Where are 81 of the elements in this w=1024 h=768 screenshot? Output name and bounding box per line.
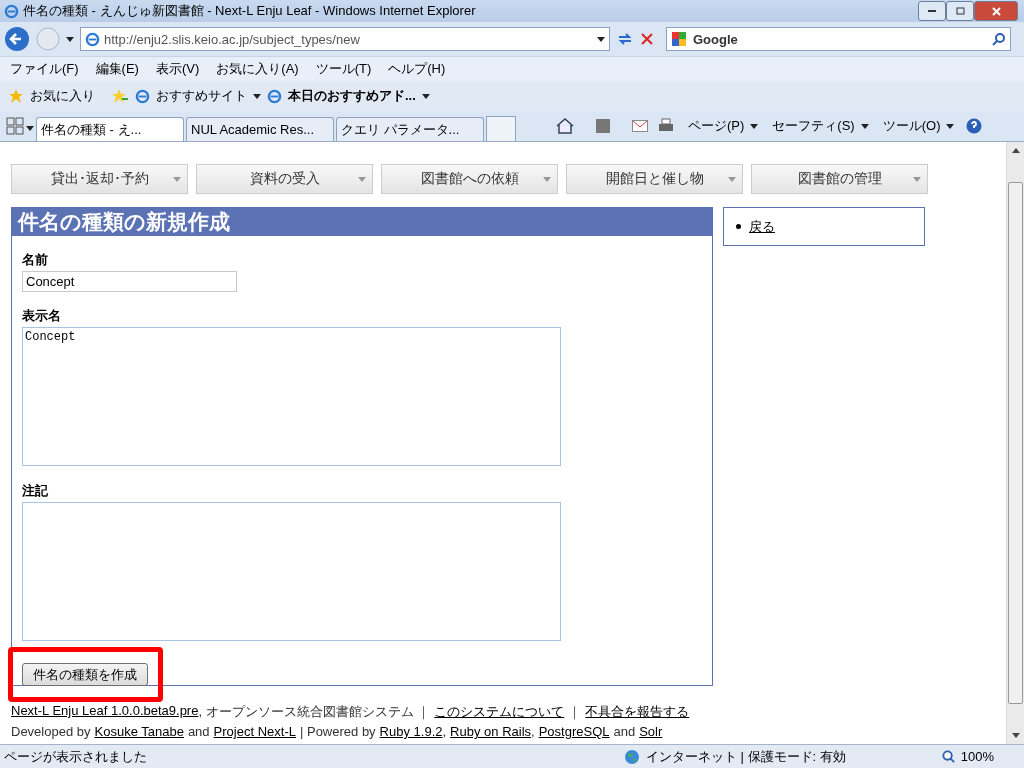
print-icon[interactable] — [658, 118, 674, 134]
nav-menu-button[interactable]: 図書館への依頼 — [381, 164, 558, 194]
footer-link[interactable]: PostgreSQL — [538, 724, 610, 739]
window-title: 件名の種類 - えんじゅ新図書館 - Next-L Enju Leaf - Windows Internet Explorer — [23, 2, 477, 20]
dropdown-arrow-icon[interactable] — [860, 123, 869, 129]
globe-icon — [623, 748, 640, 765]
favorites-link[interactable]: 本日のおすすめアド... — [288, 87, 416, 105]
scroll-down-icon[interactable] — [1011, 733, 1020, 738]
footer-text: , オープンソース統合図書館システム ｜ — [198, 703, 431, 721]
nav-menu-button[interactable]: 資料の受入 — [196, 164, 373, 194]
footer-link[interactable]: Project Next-L — [213, 724, 296, 739]
close-icon — [991, 6, 1001, 16]
footer-text: and — [187, 724, 210, 739]
back-icon[interactable] — [4, 26, 30, 52]
minimize-button[interactable] — [918, 1, 946, 21]
caret-icon — [913, 177, 921, 182]
menu-item[interactable]: 表示(V) — [155, 60, 200, 78]
menu-item[interactable]: お気に入り(A) — [216, 60, 299, 78]
favorites-button[interactable]: お気に入り — [30, 87, 95, 105]
footer-link[interactable]: Solr — [639, 724, 663, 739]
menu-item[interactable]: ツール(T) — [315, 60, 372, 78]
field-label: 名前 — [22, 251, 49, 269]
security-zone: インターネット | 保護モード: 有効 — [645, 747, 846, 766]
dropdown-arrow-icon[interactable] — [597, 36, 605, 42]
command-menu[interactable]: ツール(O) — [882, 117, 941, 135]
nav-menu-button[interactable]: 図書館の管理 — [751, 164, 928, 194]
history-arrow-icon[interactable] — [66, 36, 74, 42]
stop-icon[interactable] — [640, 32, 654, 46]
home-icon[interactable] — [556, 118, 574, 134]
nav-menu-button[interactable]: 開館日と催し物 — [566, 164, 743, 194]
footer-text: Developed by — [11, 724, 91, 739]
minimize-icon — [928, 10, 936, 12]
zoom-level[interactable]: 100% — [960, 749, 994, 764]
search-field[interactable]: Google — [666, 27, 1011, 51]
dropdown-arrow-icon[interactable] — [946, 123, 955, 129]
field-label: 表示名 — [22, 307, 62, 325]
footer-text: , — [442, 724, 447, 739]
caret-icon — [728, 177, 736, 182]
bullet-icon — [736, 224, 741, 229]
field-label: 注記 — [22, 482, 49, 500]
address-field[interactable]: http://enju2.slis.keio.ac.jp/subject_types/new — [80, 27, 610, 51]
page-heading: 件名の種類の新規作成 — [12, 208, 712, 236]
footer-text: and — [613, 724, 636, 739]
dropdown-arrow-icon[interactable] — [253, 93, 261, 99]
command-menu[interactable]: セーフティ(S) — [772, 117, 855, 135]
text-input[interactable]: Concept — [22, 271, 237, 292]
back-link[interactable]: 戻る — [749, 217, 775, 236]
favorites-link[interactable]: おすすめサイト — [156, 87, 247, 105]
footer-text: ｜ — [568, 703, 582, 721]
browser-tab[interactable]: NUL Academic Res... — [186, 117, 334, 141]
command-menu[interactable]: ページ(P) — [688, 117, 745, 135]
close-button[interactable] — [974, 1, 1018, 21]
menu-item[interactable]: ヘルプ(H) — [388, 60, 446, 78]
status-text: ページが表示されました — [4, 747, 148, 766]
star-icon — [8, 88, 24, 104]
caret-icon — [543, 177, 551, 182]
submit-button[interactable]: 件名の種類を作成 — [22, 663, 148, 686]
caret-icon — [358, 177, 366, 182]
menu-item[interactable]: 編集(E) — [95, 60, 139, 78]
footer-link[interactable]: このシステムについて — [434, 703, 565, 721]
text-area[interactable]: Concept — [22, 327, 561, 466]
help-icon[interactable] — [966, 118, 983, 134]
search-icon[interactable] — [992, 32, 1006, 46]
footer-text: , — [531, 724, 535, 739]
menu-item[interactable]: ファイル(F) — [10, 60, 79, 78]
footer-link[interactable]: Kosuke Tanabe — [94, 724, 184, 739]
maximize-icon — [955, 7, 965, 15]
dropdown-arrow-icon[interactable] — [421, 93, 430, 99]
footer-link[interactable]: 不具合を報告する — [585, 703, 690, 721]
mail-icon[interactable] — [632, 120, 648, 132]
browser-tab[interactable]: クエリ パラメータ... — [336, 117, 484, 141]
scroll-up-icon[interactable] — [1011, 148, 1020, 153]
caret-icon — [173, 177, 181, 182]
footer-text: | Powered by — [299, 724, 376, 739]
browser-tab[interactable]: 件名の種類 - え... — [36, 117, 184, 141]
dropdown-arrow-icon[interactable] — [750, 123, 759, 129]
search-engine-icon — [671, 31, 687, 47]
scrollbar-thumb[interactable] — [1008, 182, 1023, 704]
zoom-icon[interactable] — [941, 750, 955, 763]
tab-list-arrow-icon[interactable] — [26, 125, 34, 131]
nav-menu-button[interactable]: 貸出･返却･予約 — [11, 164, 188, 194]
